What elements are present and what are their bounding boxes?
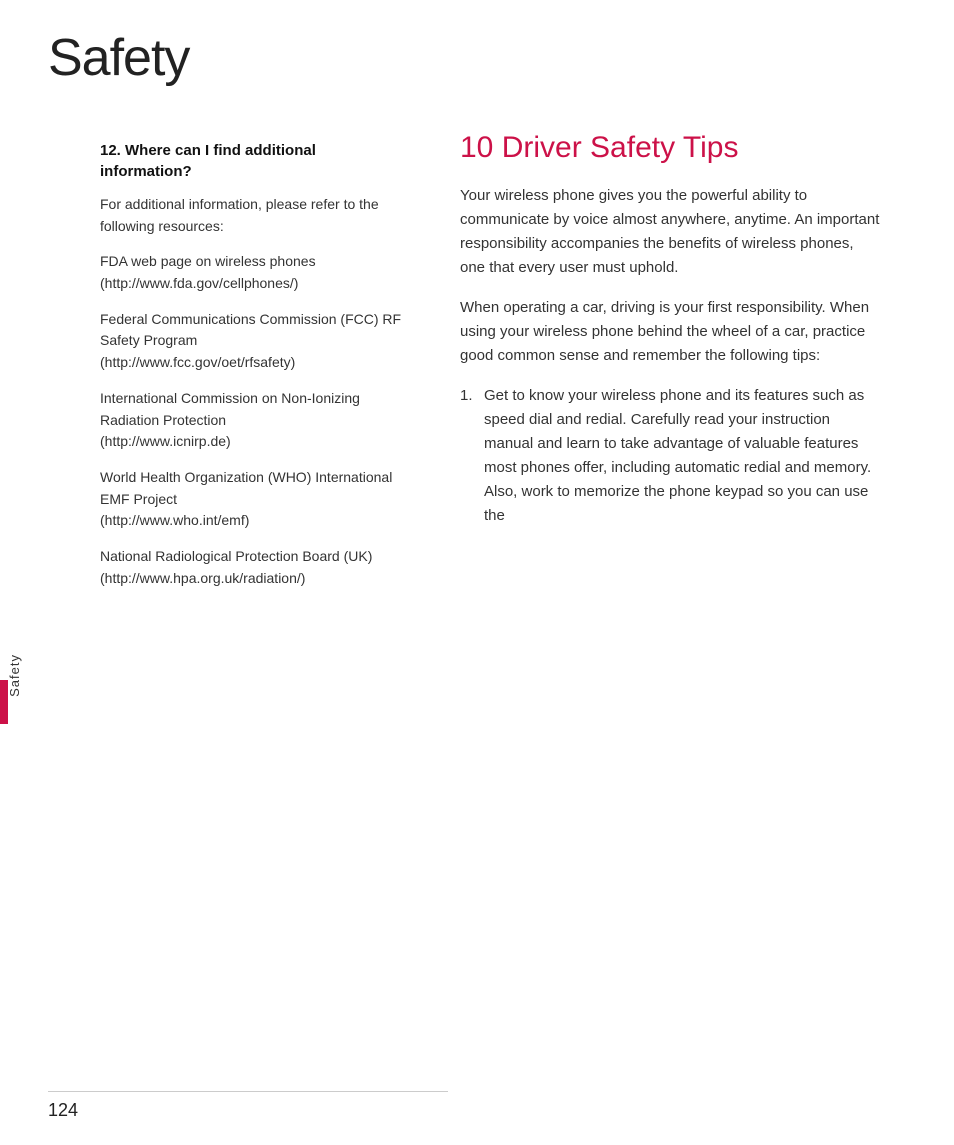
page-container: Safety Safety 12. Where can I find addit…	[0, 0, 954, 1145]
resource-nrpb-name: National Radiological Protection Board (…	[100, 548, 372, 564]
resource-nrpb: National Radiological Protection Board (…	[100, 546, 410, 589]
resource-who-name: World Health Organization (WHO) Internat…	[100, 469, 392, 507]
page-bottom: 124	[0, 1091, 954, 1121]
left-column: 12. Where can I find additional informat…	[0, 120, 430, 1145]
intro-paragraph-2: When operating a car, driving is your fi…	[460, 296, 880, 368]
page-title: Safety	[48, 28, 189, 88]
resource-who: World Health Organization (WHO) Internat…	[100, 467, 410, 532]
question-title: 12. Where can I find additional informat…	[100, 140, 410, 182]
content-area: 12. Where can I find additional informat…	[0, 120, 954, 1145]
resource-fcc: Federal Communications Commission (FCC) …	[100, 309, 410, 374]
resource-nrpb-url: (http://www.hpa.org.uk/radiation/)	[100, 570, 305, 586]
resource-fcc-name: Federal Communications Commission (FCC) …	[100, 311, 401, 349]
resource-who-url: (http://www.who.int/emf)	[100, 512, 249, 528]
page-number: 124	[48, 1100, 954, 1121]
resource-icnirp: International Commission on Non-Ionizing…	[100, 388, 410, 453]
section-title: 10 Driver Safety Tips	[460, 130, 880, 166]
tip-item-1: 1. Get to know your wireless phone and i…	[460, 384, 880, 528]
resource-icnirp-url: (http://www.icnirp.de)	[100, 433, 231, 449]
tip-text-1: Get to know your wireless phone and its …	[484, 384, 880, 528]
page-divider	[48, 1091, 448, 1092]
intro-text: For additional information, please refer…	[100, 194, 410, 237]
right-column: 10 Driver Safety Tips Your wireless phon…	[430, 120, 920, 1145]
resource-fcc-url: (http://www.fcc.gov/oet/rfsafety)	[100, 354, 295, 370]
resource-icnirp-name: International Commission on Non-Ionizing…	[100, 390, 360, 428]
resource-fda-url: (http://www.fda.gov/cellphones/)	[100, 275, 298, 291]
intro-paragraph-1: Your wireless phone gives you the powerf…	[460, 184, 880, 280]
resource-fda: FDA web page on wireless phones (http://…	[100, 251, 410, 294]
resource-fda-name: FDA web page on wireless phones	[100, 253, 316, 269]
tip-number-1: 1.	[460, 384, 484, 528]
